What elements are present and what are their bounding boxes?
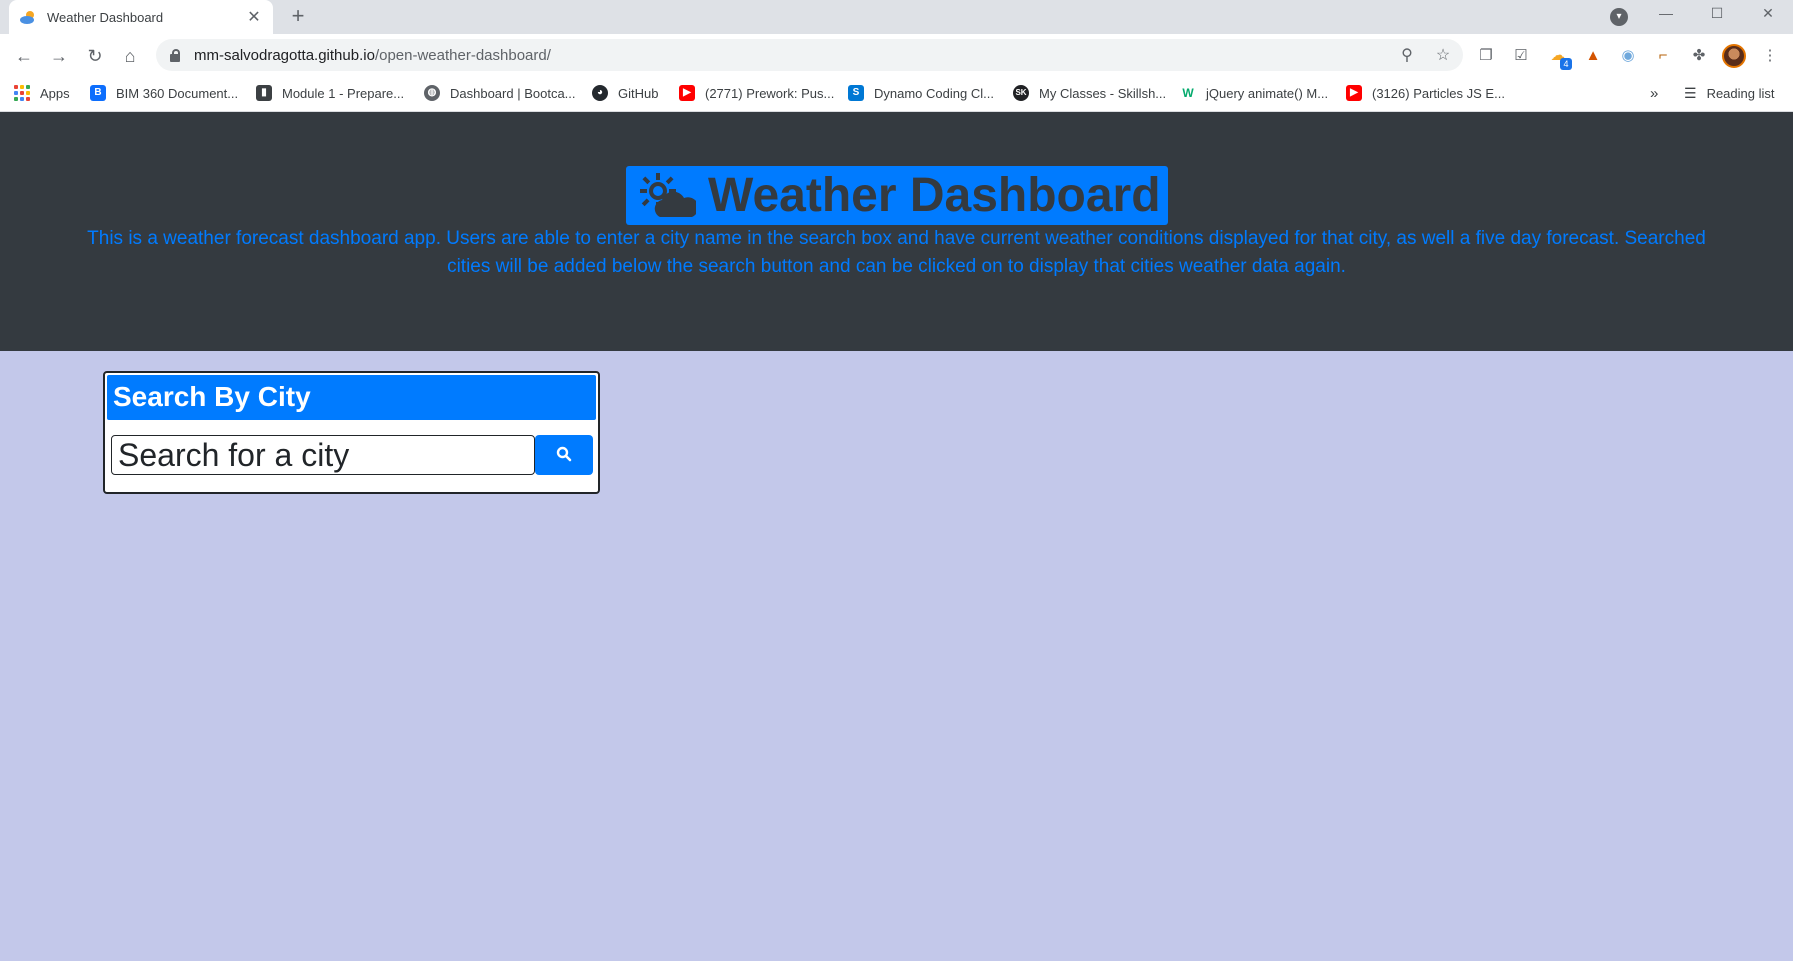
bookmark-bim360[interactable]: B BIM 360 Document...	[90, 76, 238, 110]
reading-list-label: Reading list	[1706, 85, 1775, 101]
rocket-extension-icon[interactable]: ▲	[1583, 46, 1603, 66]
home-icon[interactable]: ⌂	[116, 42, 144, 70]
tab-strip: Weather Dashboard ✕ + ▾ — ☐ ✕	[0, 0, 1793, 34]
bookmark-label: Apps	[40, 85, 70, 101]
profile-avatar[interactable]	[1722, 44, 1746, 68]
reading-list-button[interactable]: ☰ Reading list	[1684, 76, 1775, 110]
github-icon: ◕	[592, 85, 608, 101]
menu-kebab-icon[interactable]: ⋮	[1760, 46, 1780, 66]
reload-icon[interactable]: ↻	[81, 42, 109, 70]
weather-extension-icon[interactable]: ☁ 4	[1548, 46, 1572, 70]
forward-icon[interactable]: →	[45, 42, 73, 70]
eyedropper-extension-icon[interactable]: ⌐	[1653, 46, 1673, 66]
hero-jumbotron: Weather Dashboard This is a weather fore…	[0, 112, 1793, 351]
search-icon	[556, 446, 572, 465]
search-card-header: Search By City	[107, 375, 596, 420]
bookmark-label: (2771) Prework: Pus...	[705, 85, 835, 101]
bookmark-apps[interactable]: Apps	[14, 76, 70, 110]
bookmarks-overflow-icon[interactable]: »	[1650, 76, 1658, 110]
youtube-icon: ▶	[679, 85, 695, 101]
bookmark-label: (3126) Particles JS E...	[1372, 85, 1505, 101]
url-path: /open-weather-dashboard/	[374, 46, 551, 64]
extension-badge: 4	[1560, 58, 1572, 70]
extensions-puzzle-icon[interactable]: ✤	[1689, 46, 1709, 66]
apps-grid-icon	[14, 85, 30, 101]
url-host: mm-salvodragotta.github.io	[194, 46, 375, 64]
page-description: This is a weather forecast dashboard app…	[87, 228, 1706, 277]
bookmarks-bar: Apps B BIM 360 Document... ▮ Module 1 - …	[0, 76, 1793, 112]
browser-tab[interactable]: Weather Dashboard ✕	[9, 0, 273, 34]
address-bar[interactable]: mm-salvodragotta.github.io/open-weather-…	[156, 39, 1463, 71]
skillshare-icon: SK	[1013, 85, 1029, 101]
lock-icon[interactable]	[168, 48, 182, 62]
cloud-sun-icon	[636, 171, 699, 221]
sharepoint-icon: S	[848, 85, 864, 101]
minimize-icon[interactable]: —	[1642, 0, 1690, 30]
bim360-icon: B	[90, 85, 106, 101]
bookmark-dynamo[interactable]: S Dynamo Coding Cl...	[848, 76, 994, 110]
tab-title: Weather Dashboard	[47, 9, 164, 25]
window-close-icon[interactable]: ✕	[1744, 0, 1792, 30]
bookmark-skillshare[interactable]: SK My Classes - Skillsh...	[1013, 76, 1166, 110]
w3schools-icon: W	[1180, 85, 1196, 101]
page-title: Weather Dashboard	[626, 166, 1168, 225]
browser-chrome: Weather Dashboard ✕ + ▾ — ☐ ✕ ← → ↻ ⌂ mm…	[0, 0, 1793, 112]
todo-extension-icon[interactable]: ☑	[1511, 46, 1531, 66]
back-icon[interactable]: ←	[10, 42, 38, 70]
bookmark-prework[interactable]: ▶ (2771) Prework: Pus...	[679, 76, 834, 110]
zoom-icon[interactable]: ⚲	[1398, 47, 1416, 65]
bookmark-label: Dynamo Coding Cl...	[874, 85, 994, 101]
bookmark-particles[interactable]: ▶ (3126) Particles JS E...	[1346, 76, 1505, 110]
bookmark-star-icon[interactable]: ☆	[1434, 47, 1452, 65]
maximize-icon[interactable]: ☐	[1693, 0, 1741, 30]
bookmark-label: Module 1 - Prepare...	[282, 85, 405, 101]
search-card-title: Search By City	[113, 381, 311, 412]
bookmark-github[interactable]: ◕ GitHub	[592, 76, 658, 110]
bookmark-label: Dashboard | Bootca...	[450, 85, 576, 101]
youtube-icon: ▶	[1346, 85, 1362, 101]
bookmark-dashboard[interactable]: ◍ Dashboard | Bootca...	[424, 76, 576, 110]
color-extension-icon[interactable]: ◉	[1618, 46, 1638, 66]
reading-list-icon: ☰	[1684, 84, 1697, 101]
bookmark-label: jQuery animate() M...	[1206, 85, 1329, 101]
book-icon: ▮	[256, 85, 272, 101]
city-search-input[interactable]	[111, 435, 535, 475]
search-card: Search By City	[103, 371, 600, 494]
bookmark-jquery[interactable]: W jQuery animate() M...	[1180, 76, 1328, 110]
bookmark-label: GitHub	[618, 85, 659, 101]
copy-extension-icon[interactable]: ❐	[1476, 46, 1496, 66]
bookmark-label: My Classes - Skillsh...	[1039, 85, 1167, 101]
search-button[interactable]	[535, 435, 593, 475]
tab-search-icon[interactable]: ▾	[1610, 8, 1628, 26]
weather-favicon-icon	[19, 10, 37, 24]
bookmark-module1[interactable]: ▮ Module 1 - Prepare...	[256, 76, 404, 110]
page-title-text: Weather Dashboard	[708, 169, 1161, 222]
globe-icon: ◍	[424, 85, 440, 101]
browser-toolbar: ← → ↻ ⌂ mm-salvodragotta.github.io/open-…	[0, 34, 1793, 76]
tab-close-icon[interactable]: ✕	[245, 7, 263, 27]
bookmark-label: BIM 360 Document...	[116, 85, 239, 101]
new-tab-button[interactable]: +	[286, 4, 310, 28]
